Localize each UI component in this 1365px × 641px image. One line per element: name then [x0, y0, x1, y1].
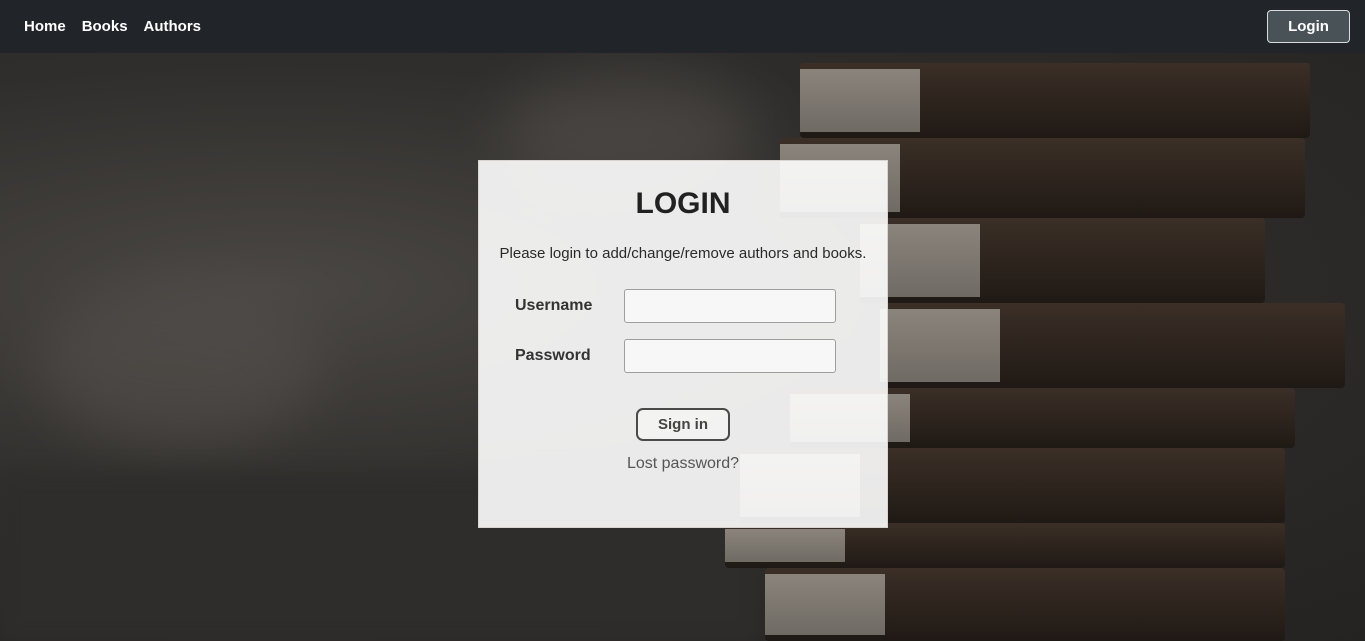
- username-label: Username: [515, 297, 593, 314]
- nav-link-books[interactable]: Books: [82, 18, 128, 35]
- nav-links: Home Books Authors: [24, 18, 201, 35]
- login-subtitle: Please login to add/change/remove author…: [499, 245, 867, 262]
- book-pages: [765, 574, 885, 635]
- nav-link-authors[interactable]: Authors: [144, 18, 202, 35]
- login-panel: LOGIN Please login to add/change/remove …: [478, 160, 888, 528]
- book-stack-item: [765, 568, 1285, 641]
- navbar: Home Books Authors Login: [0, 0, 1365, 53]
- background-blur: [40, 283, 320, 443]
- book-pages: [725, 529, 845, 562]
- book-stack-item: [725, 523, 1285, 568]
- username-input[interactable]: [624, 289, 836, 323]
- sign-in-button[interactable]: Sign in: [636, 408, 730, 441]
- nav-link-home[interactable]: Home: [24, 18, 66, 35]
- login-title: LOGIN: [635, 187, 731, 220]
- lost-password-link[interactable]: Lost password?: [479, 455, 887, 473]
- book-stack-item: [880, 303, 1345, 388]
- book-pages: [800, 69, 920, 132]
- book-pages: [880, 309, 1000, 382]
- book-stack-item: [860, 218, 1265, 303]
- password-input[interactable]: [624, 339, 836, 373]
- nav-login-button[interactable]: Login: [1267, 10, 1350, 43]
- password-label: Password: [515, 347, 591, 364]
- book-stack-item: [800, 63, 1310, 138]
